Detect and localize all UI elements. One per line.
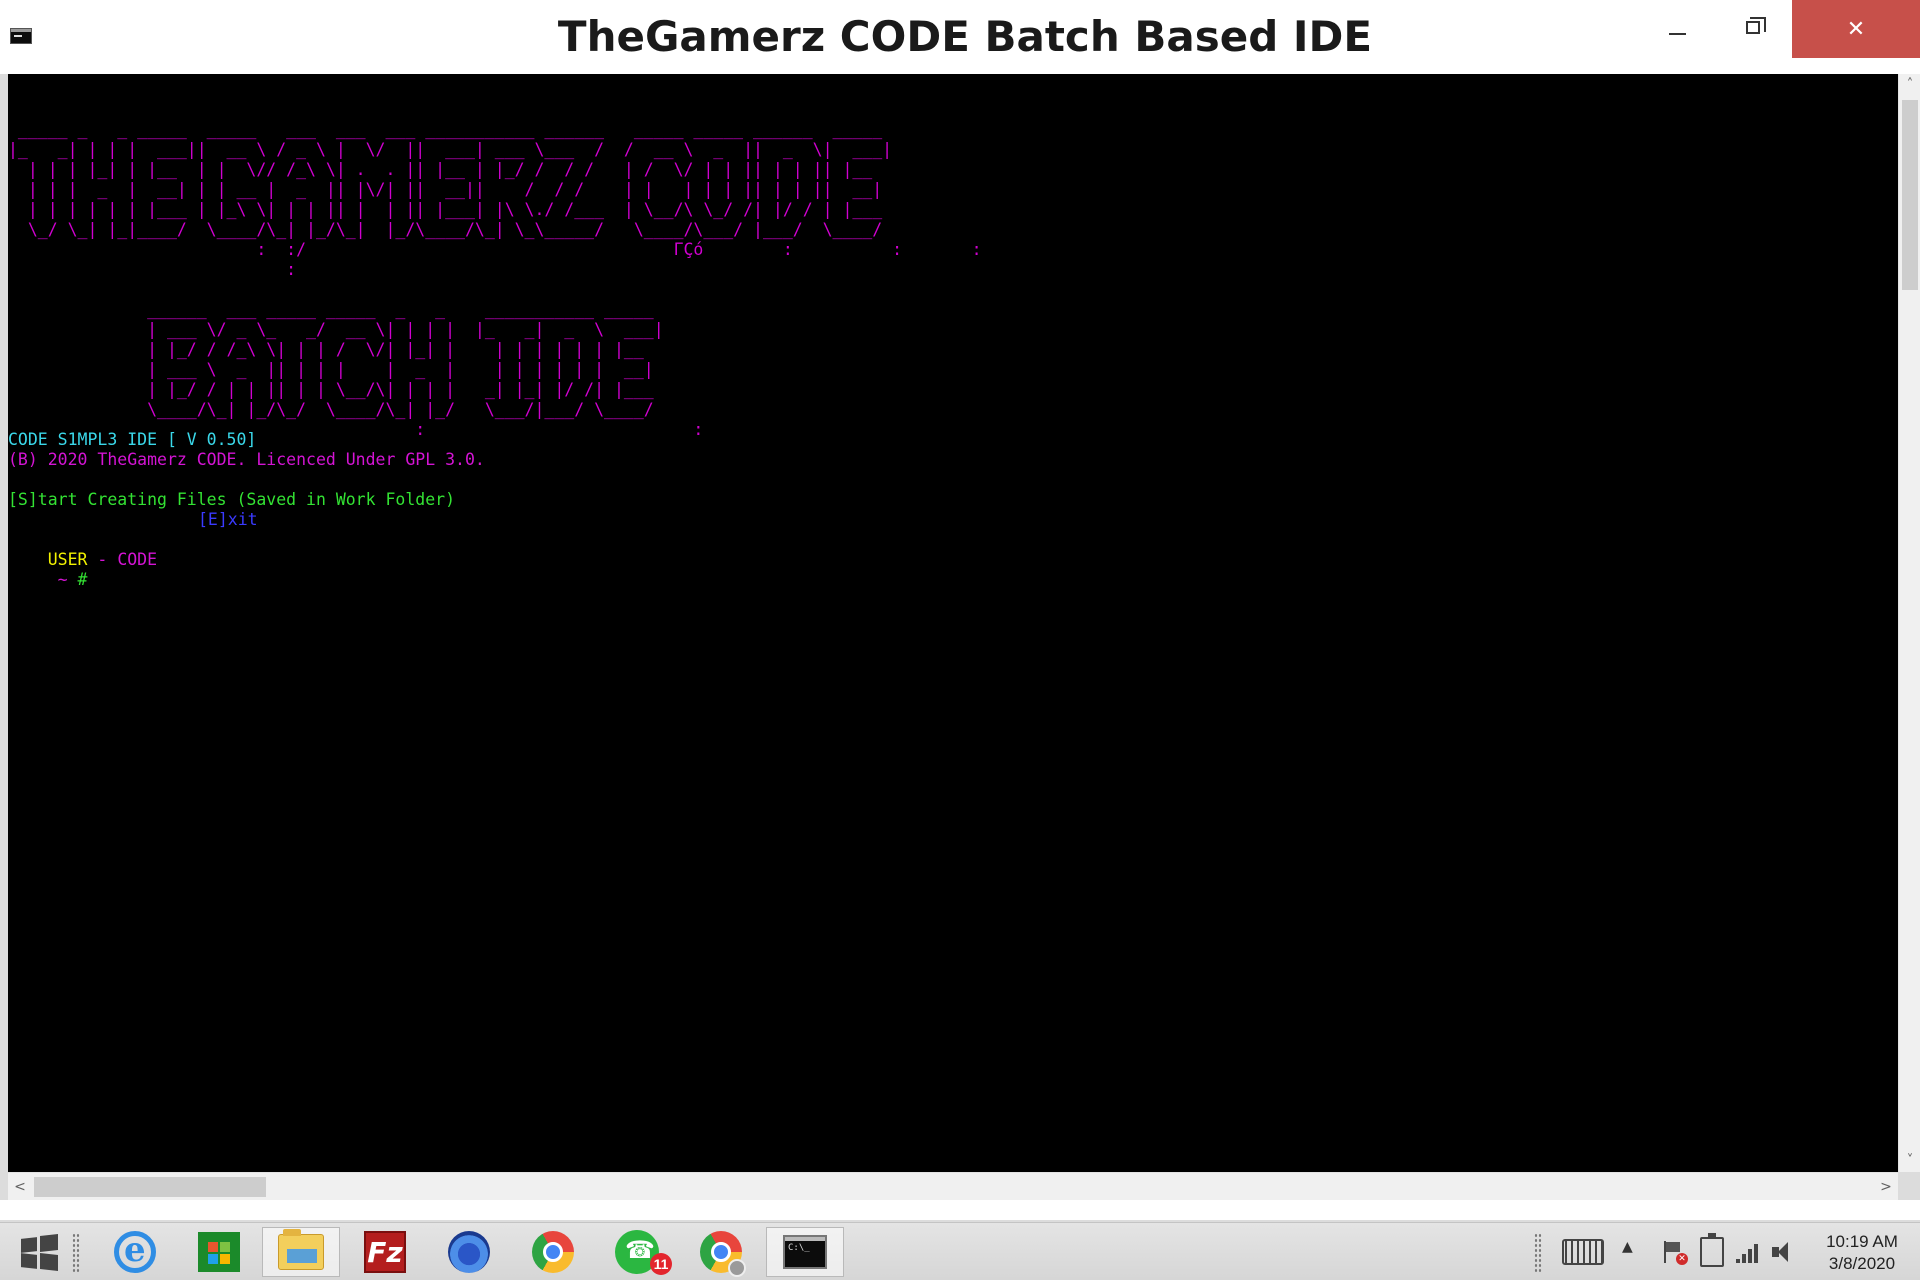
network-signal-icon[interactable]: [1736, 1241, 1760, 1263]
taskbar-command-prompt[interactable]: [766, 1227, 844, 1277]
battery-icon[interactable]: [1700, 1233, 1724, 1267]
taskbar-chrome[interactable]: [514, 1227, 592, 1277]
start-option: [S]tart Creating Files (Saved in Work Fo…: [8, 490, 456, 509]
firefox-icon: [448, 1231, 490, 1273]
prompt-hash: #: [67, 570, 88, 589]
version-line: CODE S1MPL3 IDE [ V 0.50]: [8, 430, 257, 449]
prompt-separator: -: [87, 550, 118, 569]
taskbar-whatsapp[interactable]: 11: [598, 1227, 676, 1277]
taskbar-firefox[interactable]: [430, 1227, 508, 1277]
horizontal-scroll-thumb[interactable]: [34, 1177, 266, 1197]
taskbar-store[interactable]: [180, 1227, 258, 1277]
copyright-line: (B) 2020 TheGamerz CODE. Licenced Under …: [8, 450, 485, 469]
prompt-host: CODE: [117, 550, 158, 569]
window-bottom-border: [0, 1200, 1920, 1220]
taskbar-internet-explorer[interactable]: [96, 1227, 174, 1277]
tray-grip[interactable]: [1534, 1233, 1542, 1273]
show-hidden-icons-icon[interactable]: ▲: [1622, 1239, 1633, 1255]
windows-store-icon: [198, 1232, 240, 1272]
command-prompt-icon: [783, 1235, 827, 1269]
console-output[interactable]: _____ _ _ _____ _____ ___ ___ ___ ______…: [8, 74, 1898, 1172]
window-title: TheGamerz CODE Batch Based IDE: [557, 12, 1373, 61]
taskbar-grip[interactable]: [72, 1233, 80, 1273]
taskbar: Fz 11 ▲ ✕ 10:19 AM 3/8/2020: [0, 1222, 1920, 1280]
system-clock[interactable]: 10:19 AM 3/8/2020: [1812, 1231, 1912, 1275]
alert-x-icon: ✕: [1676, 1253, 1688, 1265]
scroll-down-icon[interactable]: ˅: [1899, 1150, 1920, 1172]
ascii-banner-batch-ide: ______ ___ _____ _____ _ _ ___________ _…: [147, 300, 704, 439]
volume-icon[interactable]: [1772, 1239, 1798, 1265]
internet-explorer-icon: [114, 1230, 156, 1273]
close-button[interactable]: ✕: [1792, 0, 1920, 58]
chrome-profile-icon: [700, 1231, 746, 1277]
restore-button[interactable]: [1710, 0, 1796, 58]
vertical-scroll-thumb[interactable]: [1902, 100, 1918, 290]
prompt-tilde: ~: [47, 570, 68, 589]
restore-icon: [1746, 16, 1766, 34]
windows-start-icon: [19, 1232, 59, 1272]
notification-badge: 11: [650, 1253, 672, 1275]
start-button[interactable]: [0, 1227, 78, 1277]
minimize-button[interactable]: [1634, 0, 1720, 58]
touch-keyboard-icon[interactable]: [1562, 1239, 1604, 1265]
chrome-icon: [532, 1231, 574, 1273]
minimize-icon: [1668, 33, 1686, 35]
ascii-banner-thegamerz-code: _____ _ _ _____ _____ ___ ___ ___ ______…: [8, 120, 982, 279]
filezilla-icon: Fz: [364, 1231, 406, 1273]
clock-time: 10:19 AM: [1826, 1232, 1898, 1251]
scroll-up-icon[interactable]: ˄: [1899, 74, 1920, 96]
folder-icon: [278, 1229, 324, 1270]
exit-option: [E]xit: [198, 510, 258, 529]
title-bar: TheGamerz CODE Batch Based IDE ✕: [0, 0, 1920, 74]
scroll-left-icon[interactable]: <: [8, 1173, 32, 1201]
vertical-scrollbar[interactable]: ˄ ˅: [1898, 74, 1920, 1172]
taskbar-file-explorer[interactable]: [262, 1227, 340, 1277]
horizontal-scrollbar[interactable]: < >: [8, 1172, 1898, 1200]
taskbar-chrome-profile[interactable]: [682, 1227, 760, 1277]
close-icon: ✕: [1846, 16, 1866, 42]
taskbar-filezilla[interactable]: Fz: [346, 1227, 424, 1277]
input-prompt[interactable]: ~ #: [8, 550, 88, 610]
clock-date: 3/8/2020: [1828, 1254, 1896, 1273]
scroll-right-icon[interactable]: >: [1874, 1173, 1898, 1201]
